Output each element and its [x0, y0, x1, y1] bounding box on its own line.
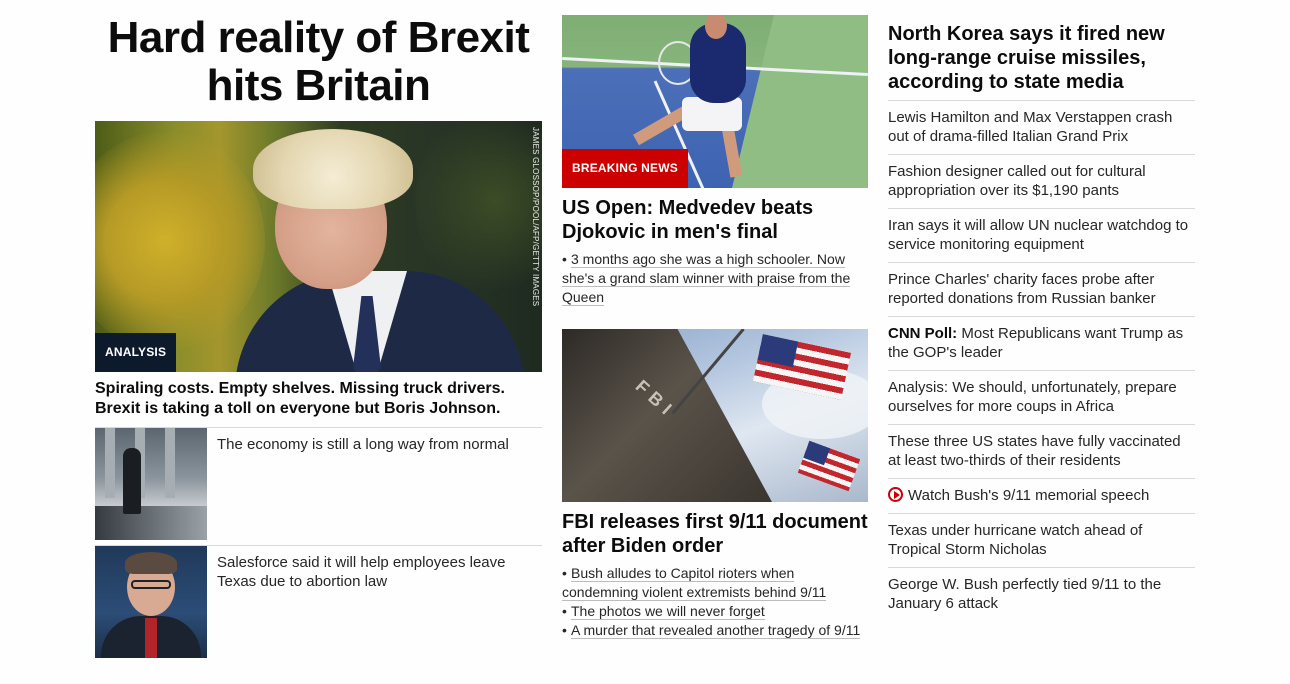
lead-headline[interactable]: North Korea says it fired new long-range…: [888, 22, 1195, 100]
thumbnail-pillar: [105, 428, 115, 498]
list-item: Iran says it will allow UN nuclear watch…: [888, 208, 1195, 262]
related-story: Salesforce said it will help employees l…: [95, 545, 542, 658]
related-story-thumbnail[interactable]: [95, 428, 207, 540]
american-flag: [797, 440, 861, 492]
hero-image-foliage: [95, 131, 265, 351]
list-item: Analysis: We should, unfortunately, prep…: [888, 370, 1195, 424]
related-story-link[interactable]: The economy is still a long way from nor…: [207, 428, 509, 540]
thumbnail-tie: [145, 618, 157, 658]
list-item: These three US states have fully vaccina…: [888, 424, 1195, 478]
headline-link[interactable]: Fashion designer called out for cultural…: [888, 163, 1146, 199]
list-item: Fashion designer called out for cultural…: [888, 154, 1195, 208]
hero-headline[interactable]: Hard reality of Brexit hits Britain: [95, 14, 542, 110]
headline-link[interactable]: George W. Bush perfectly tied 9/11 to th…: [888, 576, 1161, 612]
headline-link[interactable]: Texas under hurricane watch ahead of Tro…: [888, 522, 1142, 558]
list-item: George W. Bush perfectly tied 9/11 to th…: [888, 567, 1195, 621]
hero-image[interactable]: JAMES GLOSSOP/POOL/AFP/GETTY IMAGES ANAL…: [95, 121, 542, 372]
thumbnail-pillar: [165, 428, 175, 498]
court-surround: [732, 15, 868, 188]
play-icon: [888, 487, 903, 502]
related-link[interactable]: 3 months ago she was a high schooler. No…: [562, 251, 851, 306]
list-item: • A murder that revealed another tragedy …: [562, 622, 861, 639]
list-item: Lewis Hamilton and Max Verstappen crash …: [888, 100, 1195, 154]
related-link[interactable]: The photos we will never forget: [571, 603, 765, 620]
related-link[interactable]: A murder that revealed another tragedy o…: [571, 622, 861, 639]
hero-column: Hard reality of Brexit hits Britain JAME…: [95, 14, 542, 658]
us-open-related-list: • 3 months ago she was a high schooler. N…: [562, 250, 868, 307]
headline-link[interactable]: Lewis Hamilton and Max Verstappen crash …: [888, 109, 1172, 145]
list-item: • Bush alludes to Capitol rioters when co…: [562, 565, 827, 601]
related-story-thumbnail[interactable]: [95, 546, 207, 658]
hero-image-hair: [253, 129, 413, 209]
analysis-badge: ANALYSIS: [95, 333, 177, 372]
list-item: • 3 months ago she was a high schooler. N…: [562, 251, 851, 306]
related-story-link[interactable]: Salesforce said it will help employees l…: [207, 546, 542, 658]
thumbnail-glasses: [131, 580, 171, 589]
headline-link[interactable]: Iran says it will allow UN nuclear watch…: [888, 217, 1188, 253]
fbi-image[interactable]: FBI: [562, 329, 868, 502]
thumbnail-street: [95, 506, 207, 540]
headline-link[interactable]: Prince Charles' charity faces probe afte…: [888, 271, 1156, 307]
image-credit: JAMES GLOSSOP/POOL/AFP/GETTY IMAGES: [531, 127, 540, 307]
related-link[interactable]: Bush alludes to Capitol rioters when con…: [562, 565, 827, 601]
headline-list: Lewis Hamilton and Max Verstappen crash …: [888, 100, 1195, 621]
us-open-image[interactable]: BREAKING NEWS: [562, 15, 868, 188]
video-link-text: Watch Bush's 9/11 memorial speech: [908, 487, 1150, 504]
fbi-headline[interactable]: FBI releases first 9/11 document after B…: [562, 510, 868, 558]
related-story: The economy is still a long way from nor…: [95, 427, 542, 540]
headline-link[interactable]: These three US states have fully vaccina…: [888, 433, 1181, 469]
us-open-headline[interactable]: US Open: Medvedev beats Djokovic in men'…: [562, 196, 868, 244]
fbi-related-list: • Bush alludes to Capitol rioters when co…: [562, 564, 868, 640]
thumbnail-hair: [125, 552, 177, 574]
poll-prefix: CNN Poll:: [888, 325, 958, 342]
hero-subheadline[interactable]: Spiraling costs. Empty shelves. Missing …: [95, 379, 542, 419]
breaking-news-badge: BREAKING NEWS: [562, 149, 688, 188]
headline-link[interactable]: Analysis: We should, unfortunately, prep…: [888, 379, 1177, 415]
list-item: Prince Charles' charity faces probe afte…: [888, 262, 1195, 316]
list-item: CNN Poll: Most Republicans want Trump as…: [888, 316, 1195, 370]
thumbnail-pedestrian: [123, 448, 141, 514]
headlines-column: North Korea says it fired new long-range…: [888, 22, 1195, 621]
list-item: • The photos we will never forget: [562, 603, 765, 620]
video-link[interactable]: Watch Bush's 9/11 memorial speech: [888, 487, 1149, 504]
middle-column: BREAKING NEWS US Open: Medvedev beats Dj…: [562, 15, 868, 640]
player-leg: [721, 126, 743, 178]
list-item: Texas under hurricane watch ahead of Tro…: [888, 513, 1195, 567]
headline-link[interactable]: CNN Poll: Most Republicans want Trump as…: [888, 325, 1183, 361]
list-item: Watch Bush's 9/11 memorial speech: [888, 478, 1195, 513]
